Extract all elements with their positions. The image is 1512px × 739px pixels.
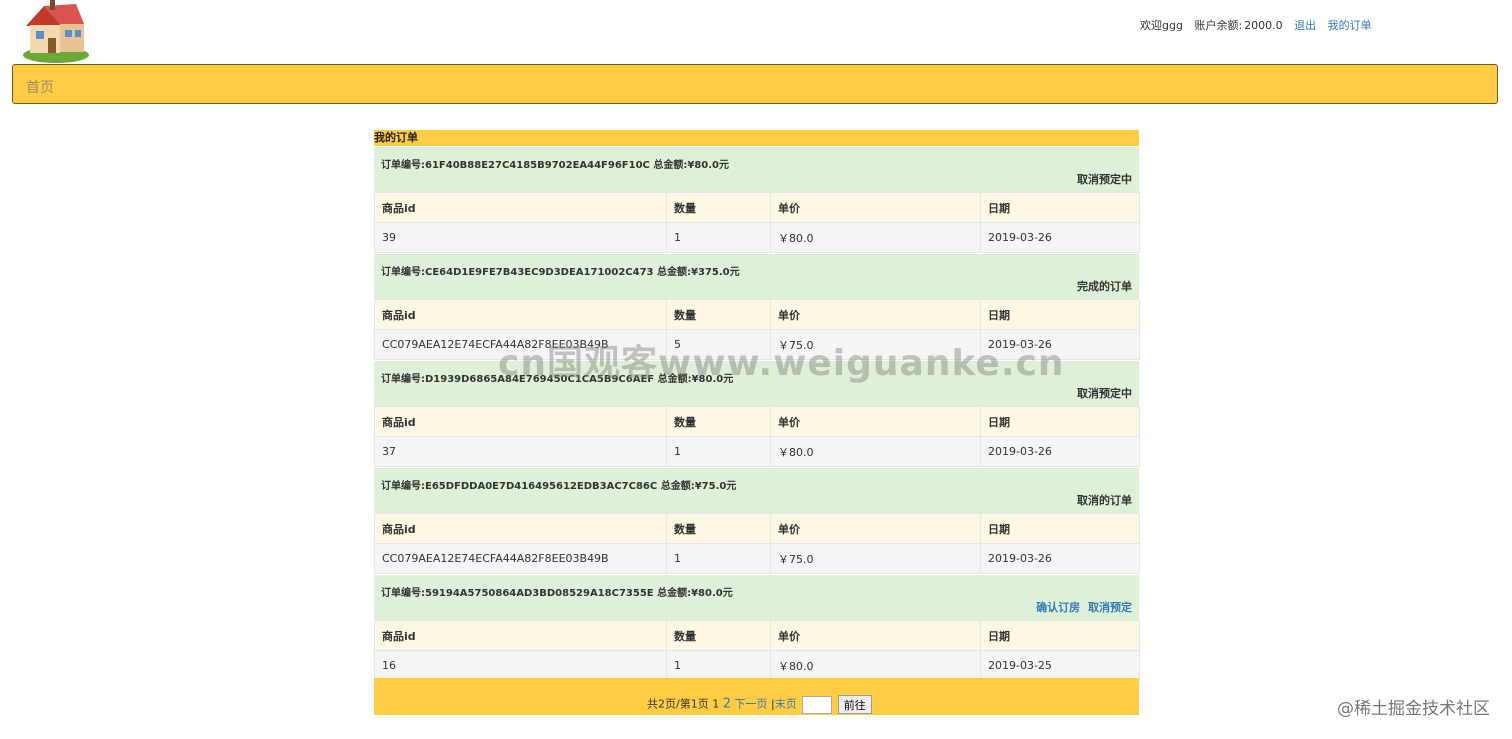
- col-product-id: 商品id: [374, 406, 667, 437]
- order-info: 订单编号:61F40B88E27C4185B9702EA44F96F10C 总金…: [381, 160, 730, 171]
- order-header: 订单编号:CE64D1E9FE7B43EC9D3DEA171002C473 总金…: [374, 253, 1139, 299]
- balance-label: 账户余额:: [1194, 19, 1243, 32]
- user-bar: 欢迎ggg 账户余额: 2000.0 退出 我的订单: [1140, 17, 1380, 33]
- cell-unit-price: ￥75.0: [770, 543, 981, 574]
- table-header-row: 商品id 数量 单价 日期: [374, 513, 1140, 544]
- page-2-link[interactable]: 2: [723, 697, 731, 712]
- table-row: 39 1 ￥80.0 2019-03-26: [374, 222, 1140, 253]
- order-info: 订单编号:59194A5750864AD3BD08529A18C7355E 总金…: [381, 588, 733, 599]
- cell-quantity: 1: [666, 650, 771, 681]
- cell-quantity: 1: [666, 222, 771, 253]
- next-page-link[interactable]: 下一页: [734, 698, 767, 711]
- watermark-text: cn国观客www.weiguanke.cn: [498, 343, 1065, 384]
- col-date: 日期: [980, 513, 1140, 544]
- col-product-id: 商品id: [374, 299, 667, 330]
- current-page: 1: [712, 697, 720, 711]
- go-button[interactable]: 前往: [837, 695, 872, 714]
- col-unit-price: 单价: [770, 620, 981, 651]
- col-quantity: 数量: [666, 299, 771, 330]
- order-items-table: 商品id 数量 单价 日期 16 1 ￥80.0 2019-03-25: [374, 620, 1140, 681]
- cell-product-id: 16: [374, 650, 667, 681]
- balance: 账户余额: 2000.0: [1194, 19, 1282, 32]
- table-row: CC079AEA12E74ECFA44A82F8EE03B49B 1 ￥75.0…: [374, 543, 1140, 574]
- order-status: 取消预定中: [1077, 173, 1132, 186]
- table-header-row: 商品id 数量 单价 日期: [374, 192, 1140, 223]
- nav-home-link[interactable]: 首页: [26, 77, 54, 97]
- table-row: 16 1 ￥80.0 2019-03-25: [374, 650, 1140, 681]
- cell-unit-price: ￥80.0: [770, 436, 981, 467]
- welcome-text: 欢迎ggg: [1140, 19, 1183, 32]
- table-header-row: 商品id 数量 单价 日期: [374, 299, 1140, 330]
- col-date: 日期: [980, 620, 1140, 651]
- cell-date: 2019-03-26: [980, 543, 1140, 574]
- table-header-row: 商品id 数量 单价 日期: [374, 406, 1140, 437]
- cell-product-id: 37: [374, 436, 667, 467]
- confirm-booking-link[interactable]: 确认订房: [1036, 601, 1080, 614]
- col-unit-price: 单价: [770, 192, 981, 223]
- order-status: 完成的订单: [1077, 280, 1132, 293]
- col-product-id: 商品id: [374, 513, 667, 544]
- order-items-table: 商品id 数量 单价 日期 CC079AEA12E74ECFA44A82F8EE…: [374, 513, 1140, 574]
- col-date: 日期: [980, 406, 1140, 437]
- order-status: 取消预定中: [1077, 387, 1132, 400]
- order-items-table: 商品id 数量 单价 日期 39 1 ￥80.0 2019-03-26: [374, 192, 1140, 253]
- panel-title: 我的订单: [374, 130, 1139, 146]
- cell-date: 2019-03-26: [980, 436, 1140, 467]
- order-header: 订单编号:59194A5750864AD3BD08529A18C7355E 总金…: [374, 574, 1139, 620]
- col-quantity: 数量: [666, 620, 771, 651]
- logout-link[interactable]: 退出: [1294, 19, 1316, 32]
- order-status: 取消的订单: [1077, 494, 1132, 507]
- last-page-link[interactable]: 末页: [775, 698, 797, 711]
- cell-unit-price: ￥80.0: [770, 222, 981, 253]
- cell-product-id: CC079AEA12E74ECFA44A82F8EE03B49B: [374, 543, 667, 574]
- table-row: 37 1 ￥80.0 2019-03-26: [374, 436, 1140, 467]
- orders-panel: 我的订单 订单编号:61F40B88E27C4185B9702EA44F96F1…: [374, 130, 1140, 681]
- pagination-bar: 共2页/第1页 1 2 下一页 |末页 前往: [374, 678, 1139, 715]
- col-product-id: 商品id: [374, 620, 667, 651]
- cell-quantity: 1: [666, 543, 771, 574]
- cell-quantity: 1: [666, 436, 771, 467]
- order-actions: 确认订房 取消预定: [1032, 599, 1132, 615]
- balance-value: 2000.0: [1244, 19, 1283, 32]
- house-logo-icon[interactable]: [22, 0, 90, 64]
- col-quantity: 数量: [666, 513, 771, 544]
- cell-unit-price: ￥80.0: [770, 650, 981, 681]
- col-quantity: 数量: [666, 406, 771, 437]
- page-summary: 共2页/第1页: [647, 697, 709, 711]
- order-header: 订单编号:E65DFDDA0E7D416495612EDB3AC7C86C 总金…: [374, 467, 1139, 513]
- credit-text: @稀土掘金技术社区: [1337, 699, 1490, 719]
- col-unit-price: 单价: [770, 299, 981, 330]
- order-header: 订单编号:61F40B88E27C4185B9702EA44F96F10C 总金…: [374, 146, 1139, 192]
- cell-date: 2019-03-25: [980, 650, 1140, 681]
- cell-date: 2019-03-26: [980, 222, 1140, 253]
- cancel-booking-link[interactable]: 取消预定: [1088, 601, 1132, 614]
- col-date: 日期: [980, 299, 1140, 330]
- order-info: 订单编号:E65DFDDA0E7D416495612EDB3AC7C86C 总金…: [381, 481, 737, 492]
- table-header-row: 商品id 数量 单价 日期: [374, 620, 1140, 651]
- col-date: 日期: [980, 192, 1140, 223]
- col-quantity: 数量: [666, 192, 771, 223]
- cell-product-id: 39: [374, 222, 667, 253]
- col-product-id: 商品id: [374, 192, 667, 223]
- col-unit-price: 单价: [770, 406, 981, 437]
- order-info: 订单编号:CE64D1E9FE7B43EC9D3DEA171002C473 总金…: [381, 267, 740, 278]
- main-navbar: 首页: [12, 64, 1498, 104]
- col-unit-price: 单价: [770, 513, 981, 544]
- my-orders-link[interactable]: 我的订单: [1328, 19, 1372, 32]
- page-number-input[interactable]: [802, 695, 833, 714]
- order-items-table: 商品id 数量 单价 日期 37 1 ￥80.0 2019-03-26: [374, 406, 1140, 467]
